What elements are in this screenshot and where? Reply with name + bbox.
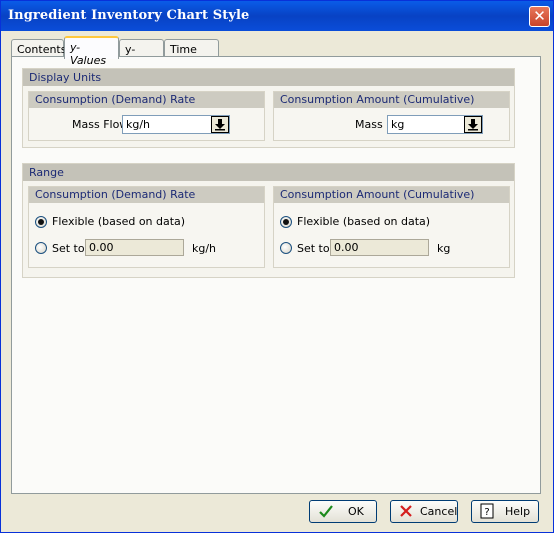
- rate-set-to-input[interactable]: 0.00: [85, 239, 184, 256]
- cancel-button[interactable]: Cancel: [390, 500, 458, 523]
- amount-set-to-label[interactable]: Set to: [297, 242, 330, 255]
- display-rate-panel: Consumption (Demand) Rate Mass Flow kg/h: [28, 91, 265, 141]
- amount-set-to-radio[interactable]: [280, 242, 292, 254]
- tab-label: y-Values: [70, 41, 107, 67]
- amount-unit-label: kg: [437, 242, 451, 255]
- help-button[interactable]: ? Help: [471, 500, 539, 523]
- display-rate-header: Consumption (Demand) Rate: [29, 92, 264, 108]
- window-title: Ingredient Inventory Chart Style: [8, 8, 250, 23]
- range-rate-panel: Consumption (Demand) Rate Flexible (base…: [28, 186, 265, 268]
- tab-panel-y-values: Display Units Consumption (Demand) Rate …: [11, 56, 541, 494]
- dialog-window: Ingredient Inventory Chart Style ✕ Conte…: [0, 0, 554, 533]
- range-amount-panel: Consumption Amount (Cumulative) Flexible…: [273, 186, 510, 268]
- title-bar[interactable]: Ingredient Inventory Chart Style ✕: [1, 1, 553, 31]
- display-units-group: Display Units Consumption (Demand) Rate …: [22, 68, 515, 148]
- dropdown-arrow-icon[interactable]: [211, 116, 229, 133]
- amount-flexible-label[interactable]: Flexible (based on data): [297, 215, 430, 228]
- svg-text:?: ?: [484, 507, 489, 518]
- mass-flow-unit-value: kg/h: [126, 118, 151, 131]
- range-group: Range Consumption (Demand) Rate Flexible…: [22, 163, 515, 278]
- rate-flexible-label[interactable]: Flexible (based on data): [52, 215, 185, 228]
- rate-unit-label: kg/h: [192, 242, 217, 255]
- display-amount-header: Consumption Amount (Cumulative): [274, 92, 509, 108]
- range-rate-header: Consumption (Demand) Rate: [29, 187, 264, 203]
- checkmark-icon: [319, 505, 333, 518]
- rate-flexible-radio[interactable]: [35, 216, 47, 228]
- mass-flow-label: Mass Flow: [72, 118, 129, 131]
- mass-unit-value: kg: [391, 118, 405, 131]
- tab-label: Contents: [17, 43, 67, 56]
- display-amount-panel: Consumption Amount (Cumulative) Mass kg: [273, 91, 510, 141]
- mass-unit-select[interactable]: kg: [387, 115, 483, 134]
- help-icon: ?: [480, 503, 494, 519]
- range-amount-header: Consumption Amount (Cumulative): [274, 187, 509, 203]
- dropdown-arrow-icon[interactable]: [464, 116, 482, 133]
- help-label: Help: [505, 505, 531, 518]
- display-units-header: Display Units: [23, 69, 514, 86]
- rate-set-to-radio[interactable]: [35, 242, 47, 254]
- mass-flow-unit-select[interactable]: kg/h: [122, 115, 230, 134]
- mass-label: Mass: [355, 118, 383, 131]
- ok-label: OK: [348, 505, 364, 518]
- ok-button[interactable]: OK: [309, 500, 377, 523]
- amount-set-to-input[interactable]: 0.00: [330, 239, 429, 256]
- tab-y-values[interactable]: y-Values: [64, 36, 119, 67]
- cancel-label: Cancel: [420, 505, 458, 518]
- cancel-x-icon: [400, 505, 412, 517]
- close-icon: ✕: [533, 7, 546, 25]
- rate-set-to-label[interactable]: Set to: [52, 242, 85, 255]
- range-header: Range: [23, 164, 514, 181]
- amount-flexible-radio[interactable]: [280, 216, 292, 228]
- close-button[interactable]: ✕: [529, 6, 550, 27]
